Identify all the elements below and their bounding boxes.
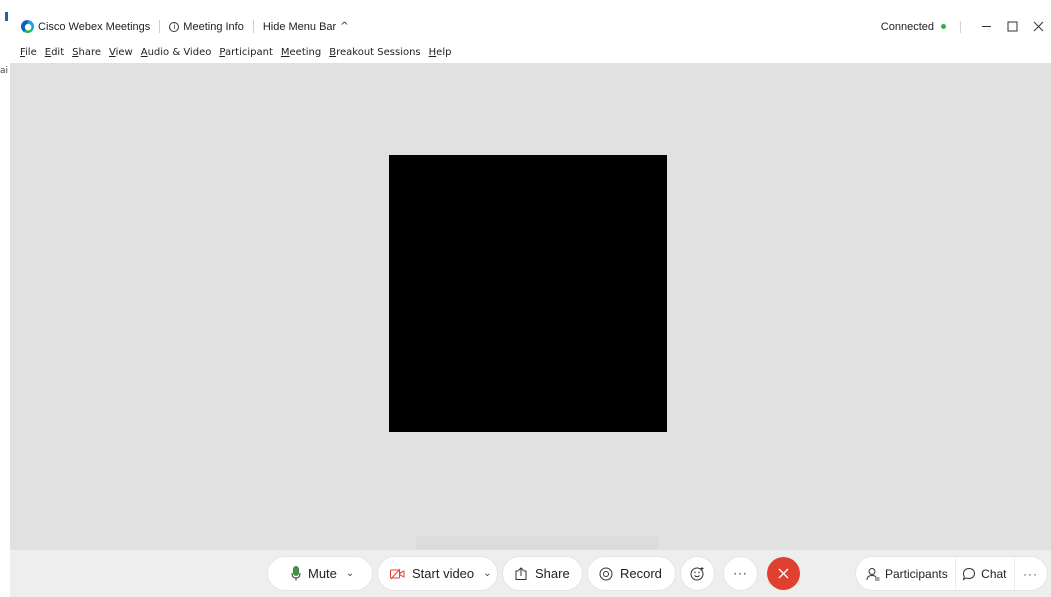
close-icon — [1033, 21, 1043, 32]
maximize-button[interactable] — [999, 12, 1025, 41]
app-name: Cisco Webex Meetings — [38, 20, 151, 33]
more-icon: ··· — [733, 566, 748, 581]
divider — [252, 20, 254, 33]
menu-item-breakout-sessions[interactable]: Breakout Sessions — [329, 47, 420, 58]
video-options-chevron-icon[interactable]: ⌄ — [483, 568, 491, 579]
microphone-icon — [291, 566, 301, 581]
meeting-info-label: Meeting Info — [183, 20, 244, 33]
share-label: Share — [535, 566, 570, 581]
menu-item-edit[interactable]: Edit — [45, 47, 64, 58]
participants-icon — [866, 567, 880, 581]
menu-item-label: iew — [115, 46, 133, 58]
webex-meeting-window: Cisco Webex Meetings i Meeting Info Hide… — [10, 12, 1051, 597]
menu-item-file[interactable]: File — [20, 47, 37, 58]
chevron-up-icon: ^ — [340, 21, 349, 32]
control-bar: Mute ⌄ Start video ⌄ Share Record ··· Pa… — [10, 550, 1051, 597]
screen: ai Cisco Webex Meetings i Meeting Info H… — [0, 0, 1051, 597]
video-tile[interactable] — [389, 155, 667, 432]
divider — [159, 20, 161, 33]
window-controls: Connected — [881, 12, 1051, 41]
menu-item-label: eeting — [289, 46, 322, 58]
webex-logo-icon — [21, 20, 34, 33]
notification-strip — [416, 536, 659, 550]
menu-item-label: articipant — [224, 46, 273, 58]
menu-item-label: elp — [436, 46, 452, 58]
chat-icon — [962, 567, 976, 581]
menu-accelerator-key: V — [109, 46, 116, 58]
menu-item-view[interactable]: View — [109, 47, 133, 58]
share-icon — [514, 566, 528, 581]
hide-menu-bar-button[interactable]: Hide Menu Bar ^ — [263, 12, 349, 41]
share-button[interactable]: Share — [503, 557, 582, 590]
record-label: Record — [620, 566, 662, 581]
more-icon: ··· — [1023, 566, 1038, 581]
end-call-icon — [778, 568, 789, 579]
end-meeting-button[interactable] — [767, 557, 800, 590]
meeting-info-button[interactable]: i Meeting Info — [169, 12, 244, 41]
app-title[interactable]: Cisco Webex Meetings — [10, 12, 150, 41]
status-dot-icon — [941, 24, 946, 29]
more-options-button[interactable]: ··· — [724, 557, 757, 590]
menu-item-label: hare — [78, 46, 101, 58]
divider — [960, 20, 961, 33]
panel-more-button[interactable]: ··· — [1014, 557, 1047, 590]
hide-menu-bar-label: Hide Menu Bar — [262, 20, 337, 33]
mute-button[interactable]: Mute ⌄ — [268, 557, 372, 590]
chat-label: Chat — [981, 566, 1007, 581]
menu-item-meeting[interactable]: Meeting — [281, 47, 321, 58]
start-video-button[interactable]: Start video ⌄ — [378, 557, 497, 590]
background-text: ai — [0, 66, 9, 76]
start-video-label: Start video — [412, 566, 475, 581]
taskbar-marker — [5, 12, 8, 21]
reactions-button[interactable] — [681, 557, 714, 590]
record-button[interactable]: Record — [588, 557, 675, 590]
menu-item-label: ile — [25, 46, 37, 58]
menu-item-share[interactable]: Share — [72, 47, 101, 58]
menu-item-label: udio & Video — [147, 46, 212, 58]
menu-item-label: dit — [51, 46, 65, 58]
info-icon: i — [169, 21, 180, 32]
mute-label: Mute — [308, 566, 337, 581]
mute-options-chevron-icon[interactable]: ⌄ — [346, 568, 354, 579]
smiley-icon — [690, 567, 704, 581]
menu-item-label: reakout Sessions — [336, 46, 421, 58]
connection-status: Connected — [880, 20, 934, 33]
menu-item-participant[interactable]: Participant — [219, 47, 273, 58]
close-button[interactable] — [1025, 12, 1051, 41]
meeting-stage — [10, 63, 1051, 550]
menu-accelerator-key: A — [140, 46, 148, 58]
chat-button[interactable]: Chat — [955, 557, 1013, 590]
menu-item-audio-video[interactable]: Audio & Video — [141, 47, 212, 58]
menu-item-help[interactable]: Help — [429, 47, 452, 58]
minimize-icon — [981, 26, 991, 27]
participants-label: Participants — [885, 566, 948, 581]
panel-buttons: Participants Chat ··· — [856, 557, 1047, 590]
title-bar: Cisco Webex Meetings i Meeting Info Hide… — [10, 12, 1051, 41]
menu-bar: File Edit Share View Audio & Video Participan… — [10, 41, 1051, 63]
background-desktop-strip: ai — [0, 0, 10, 597]
maximize-icon — [1007, 21, 1017, 32]
minimize-button[interactable] — [973, 12, 999, 41]
participants-button[interactable]: Participants — [856, 557, 955, 590]
menu-accelerator-key: M — [280, 46, 290, 58]
record-icon — [599, 567, 613, 581]
video-off-icon — [390, 568, 405, 580]
